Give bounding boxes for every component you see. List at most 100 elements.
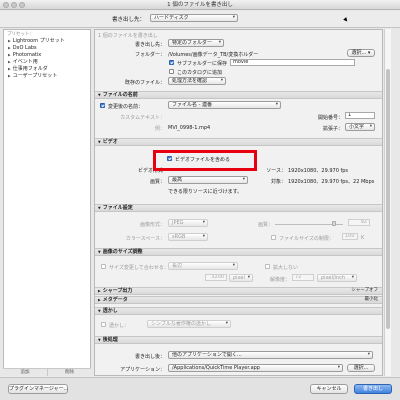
- watermark-section-header[interactable]: ▼ 透かし: [95, 307, 382, 315]
- resize-unit-value: pixel: [233, 275, 245, 281]
- resolution-unit-select[interactable]: pixel/inch ▾: [317, 274, 357, 282]
- disclosure-triangle-icon: ▶: [8, 60, 11, 64]
- application-path-select[interactable]: /Applications/QuickTime Player.app ▾: [168, 364, 343, 372]
- video-source-label: ソース：: [266, 168, 286, 174]
- preset-folder-label: 仕事用フォルダ: [12, 66, 48, 72]
- file-naming-section-header[interactable]: ▼ ファイルの名前: [95, 91, 382, 99]
- subfolder-checkbox[interactable]: [169, 60, 174, 65]
- resize-label: サイズ変更して合わせる：: [109, 265, 169, 271]
- existing-files-select[interactable]: 処理方法を確認 ▾: [168, 77, 226, 85]
- chevron-down-icon: ▾: [202, 220, 205, 225]
- video-quality-note: できる限りソースに近づけます。: [168, 189, 243, 195]
- preset-folder-event[interactable]: ▶ イベント用: [4, 59, 90, 66]
- export-folder-value: 特定のフォルダー: [172, 40, 213, 46]
- file-size-limit-checkbox[interactable]: [271, 235, 276, 240]
- settings-scrollbar[interactable]: [384, 29, 391, 376]
- export-dialog: 1 個のファイルを書き出し 書き出し先： ハードディスク ▾ プリセット： ▶ Li…: [0, 0, 400, 400]
- subfolder-label: サブフォルダーに保存: [177, 61, 228, 67]
- choose-folder-label: 選択...: [351, 50, 367, 56]
- rename-template-select[interactable]: ファイル名 - 連番 ▾: [168, 101, 281, 109]
- subfolder-name-field[interactable]: movie: [230, 59, 355, 66]
- section-title: 後処理: [102, 337, 118, 343]
- preset-folder-work[interactable]: ▶ 仕事用フォルダ: [4, 66, 90, 73]
- video-quality-label: 画質：: [149, 179, 165, 185]
- section-title: メタデータ: [102, 297, 128, 303]
- section-title: ファイル設定: [102, 205, 133, 211]
- rename-checkbox[interactable]: [100, 103, 105, 108]
- preset-folder-user[interactable]: ▶ ユーザープリセット: [4, 73, 90, 80]
- post-processing-section-header[interactable]: ▼ 後処理: [95, 336, 382, 344]
- metadata-status: 最小化: [364, 297, 379, 302]
- resize-checkbox[interactable]: [101, 264, 106, 269]
- preset-folder-lightroom[interactable]: ▶ Lightroom プリセット: [4, 38, 90, 45]
- image-format-value: JPEG: [172, 220, 184, 226]
- preset-folder-label: イベント用: [12, 59, 38, 65]
- choose-application-button[interactable]: 選択...: [347, 364, 375, 372]
- cancel-button[interactable]: キャンセル: [310, 384, 348, 394]
- minimize-window-icon[interactable]: [11, 2, 17, 8]
- quality-slider-knob[interactable]: [332, 221, 336, 226]
- file-settings-section-header[interactable]: ▼ ファイル設定: [95, 204, 382, 212]
- chevron-down-icon: ▾: [218, 40, 221, 45]
- section-title: シャープ出力: [102, 288, 133, 294]
- zoom-window-icon[interactable]: [19, 2, 25, 8]
- section-title: ファイルの名前: [102, 92, 138, 98]
- extension-label: 拡張子：: [322, 126, 343, 132]
- toolbar: 書き出し先： ハードディスク ▾: [0, 11, 400, 28]
- extension-case-value: 小文字: [349, 124, 365, 130]
- sharpening-status: シャープオフ: [351, 288, 378, 293]
- file-size-limit-field[interactable]: 100: [342, 233, 358, 240]
- preset-folder-label: ユーザープリセット: [12, 73, 58, 79]
- settings-panel: 1 個のファイルを書き出し 書き出し先： 特定のフォルダー ▾ フォルダー： /V…: [94, 29, 383, 376]
- plugin-manager-button[interactable]: プラグインマネージャー...: [8, 384, 68, 394]
- close-window-icon[interactable]: [3, 2, 9, 8]
- existing-files-label: 既存のファイル：: [124, 80, 165, 86]
- disclosure-closed-icon: ▶: [98, 289, 101, 293]
- resize-width-field[interactable]: 3200: [205, 274, 227, 281]
- watermark-select[interactable]: シンプルな著作権の透かし ▾: [147, 320, 231, 328]
- add-to-catalog-checkbox[interactable]: [169, 69, 174, 74]
- disclosure-triangle-icon: ▶: [8, 53, 11, 57]
- section-title: ビデオ: [102, 139, 118, 145]
- disclosure-open-icon: ▼: [98, 309, 101, 313]
- export-button[interactable]: 書き出し: [354, 384, 392, 394]
- export-destination-select[interactable]: ハードディスク ▾: [150, 14, 238, 22]
- resize-unit-select[interactable]: pixel ▾: [229, 274, 253, 282]
- file-size-limit-unit: K: [361, 235, 365, 241]
- image-sizing-section-header[interactable]: ▼ 画像のサイズ調整: [95, 248, 382, 256]
- folder-path: /Volumes/画像データ_TB/変換ホルダー: [168, 52, 259, 58]
- export-folder-select[interactable]: 特定のフォルダー ▾: [168, 39, 224, 47]
- after-export-select[interactable]: 他のアプリケーションで開く... ▾: [168, 351, 373, 359]
- disclosure-triangle-icon: ▶: [8, 46, 11, 50]
- export-to-label: 書き出し先：: [112, 17, 146, 23]
- image-format-select[interactable]: JPEG ▾: [168, 219, 208, 227]
- remove-preset-button[interactable]: 削除: [47, 368, 91, 376]
- disclosure-closed-icon: ▶: [98, 298, 101, 302]
- add-preset-button[interactable]: 追加: [3, 368, 47, 376]
- chevron-down-icon: ▾: [367, 352, 370, 357]
- extension-case-select[interactable]: 小文字 ▾: [345, 123, 375, 131]
- disclosure-open-icon: ▼: [98, 140, 101, 144]
- colorspace-select[interactable]: sRGB ▾: [168, 233, 208, 241]
- resolution-field[interactable]: 72: [292, 274, 314, 281]
- scrollbar-thumb[interactable]: [386, 69, 390, 329]
- dont-enlarge-label: 拡大しない: [273, 265, 299, 271]
- watermark-checkbox[interactable]: [101, 322, 106, 327]
- dont-enlarge-checkbox[interactable]: [265, 264, 270, 269]
- video-section-header[interactable]: ▼ ビデオ: [95, 138, 382, 146]
- colorspace-value: sRGB: [172, 234, 186, 240]
- video-quality-value: 最高: [172, 177, 183, 183]
- metadata-section-header[interactable]: ▶ メタデータ 最小化: [95, 296, 382, 304]
- choose-folder-button[interactable]: 選択... ▾: [347, 49, 375, 57]
- video-quality-select[interactable]: 最高 ▾: [168, 176, 248, 184]
- application-path-value: /Applications/QuickTime Player.app: [172, 365, 260, 371]
- preset-folder-dxo[interactable]: ▶ DxO Labs: [4, 45, 90, 52]
- chevron-down-icon: ▾: [202, 234, 205, 239]
- start-number-field[interactable]: 1: [345, 112, 375, 119]
- output-sharpening-section-header[interactable]: ▶ シャープ出力 シャープオフ: [95, 287, 382, 295]
- custom-text-label: カスタムテキスト：: [120, 115, 165, 121]
- quality-value-field[interactable]: 92: [348, 219, 370, 226]
- add-to-catalog-label: このカタログに追加: [177, 70, 223, 76]
- preset-folder-photomatix[interactable]: ▶ Photomatix: [4, 52, 90, 59]
- resize-mode-select[interactable]: 長辺 ▾: [168, 262, 238, 270]
